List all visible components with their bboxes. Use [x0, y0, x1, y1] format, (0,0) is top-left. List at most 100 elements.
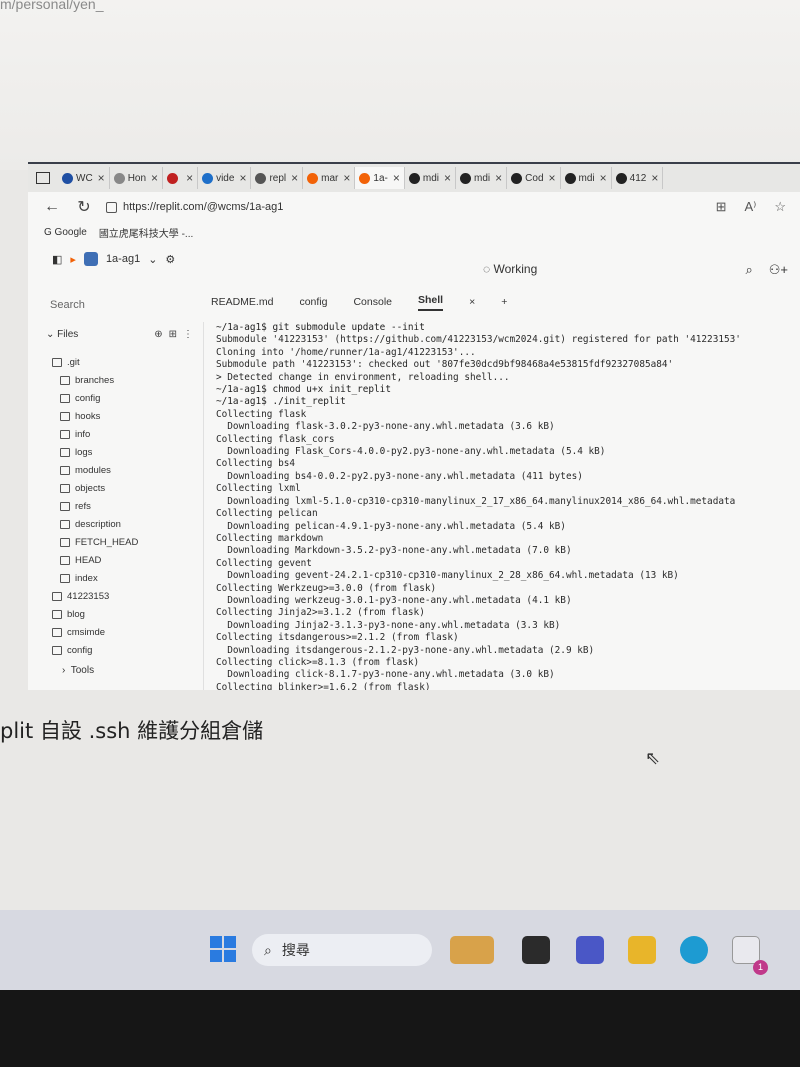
tab-favicon-icon — [408, 172, 420, 184]
terminal-line: Downloading click-8.1.7-py3-none-any.whl… — [216, 669, 555, 681]
browser-tab[interactable]: Hon × — [110, 167, 164, 189]
shell-terminal[interactable]: ~/1a-ag1$ git submodule update --init Sub… — [203, 322, 800, 690]
browser-tab[interactable]: 1a- × — [355, 167, 405, 189]
file-tree-item[interactable]: config — [52, 641, 203, 659]
address-bar: ← ↻ https://replit.com/@wcms/1a-ag1 ⊞ A⁾… — [28, 192, 800, 222]
file-tree-item[interactable]: description — [52, 515, 203, 533]
browser-tab[interactable]: repl × — [251, 167, 304, 189]
repl-name[interactable]: 1a-ag1 — [106, 253, 140, 265]
close-icon[interactable]: × — [291, 171, 298, 185]
edge-browser-icon[interactable] — [680, 936, 708, 964]
search-icon[interactable]: ⌕ — [745, 262, 752, 278]
terminal-line: Collecting Werkzeug>=3.0.0 (from flask) — [216, 582, 437, 594]
file-tree-item[interactable]: logs — [52, 443, 203, 461]
close-icon[interactable]: × — [239, 171, 246, 185]
terminal-line: Collecting bs4 — [216, 458, 296, 470]
tab-config[interactable]: config — [299, 296, 327, 308]
file-tree-item[interactable]: hooks — [52, 407, 203, 425]
tab-actions-icon[interactable] — [36, 172, 50, 184]
chevron-down-icon[interactable]: ⌄ — [148, 253, 157, 266]
terminal-line: Downloading werkzeug-3.0.1-py3-none-any.… — [216, 594, 572, 606]
file-tree-item[interactable]: FETCH_HEAD — [52, 533, 203, 551]
file-tree-item[interactable]: blog — [52, 605, 203, 623]
windows-start-icon[interactable] — [210, 936, 236, 962]
replit-logo-icon[interactable]: ▸ — [70, 253, 76, 266]
teams-icon[interactable] — [576, 936, 604, 964]
files-header[interactable]: ⌄ Files ⊕ ⊞ ⋮ — [28, 323, 203, 345]
file-tree-item[interactable]: .git — [52, 353, 203, 371]
sidebar-toggle-icon[interactable]: ◧ — [52, 253, 62, 266]
terminal-line: ~/1a-ag1$ chmod u+x init_replit — [216, 384, 391, 396]
new-file-icon[interactable]: ⊕ — [154, 329, 162, 340]
file-tree-label: HEAD — [75, 554, 102, 566]
favorite-star-icon[interactable]: ☆ — [774, 199, 786, 215]
browser-tab[interactable]: vide × — [198, 167, 252, 189]
back-icon[interactable]: ← — [42, 198, 62, 216]
close-icon[interactable]: × — [151, 171, 158, 185]
close-icon[interactable]: × — [343, 171, 350, 185]
invite-user-icon[interactable]: ⚇+ — [769, 262, 788, 278]
file-tree-item[interactable]: HEAD — [52, 551, 203, 569]
file-tree-label: branches — [75, 374, 115, 386]
file-tree-item[interactable]: cmsimde — [52, 623, 203, 641]
browser-window: WC × Hon × × vide × repl × mar × 1a- × mdi × mdi × Cod × md… — [28, 162, 800, 690]
read-aloud-icon[interactable]: A⁾ — [744, 199, 756, 215]
tools-section[interactable]: › Tools — [62, 665, 94, 676]
tab-shell[interactable]: Shell — [418, 294, 444, 311]
close-icon[interactable]: × — [444, 171, 451, 185]
file-tree-label: config — [67, 644, 93, 656]
folder-icon — [52, 645, 62, 655]
tab-favicon-icon — [255, 172, 267, 184]
file-tree-item[interactable]: branches — [52, 371, 203, 389]
file-tree-item[interactable]: index — [52, 569, 203, 587]
tools-label: Tools — [70, 665, 95, 676]
more-options-icon[interactable]: ⋮ — [183, 329, 193, 340]
close-icon[interactable]: × — [186, 171, 193, 185]
browser-tab[interactable]: 412 × — [612, 167, 664, 189]
file-tree-item[interactable]: 41223153 — [52, 587, 203, 605]
browser-tab[interactable]: mdi × — [405, 167, 457, 189]
tab-label: 1a- — [373, 172, 388, 184]
close-icon[interactable]: × — [549, 171, 556, 185]
browser-tab[interactable]: × — [163, 167, 199, 189]
file-tree-item[interactable]: modules — [52, 461, 203, 479]
lock-icon — [106, 201, 117, 213]
tab-favicon-icon — [113, 172, 125, 184]
tab-console[interactable]: Console — [353, 296, 392, 308]
file-tree-item[interactable]: info — [52, 425, 203, 443]
close-icon[interactable]: × — [651, 171, 658, 185]
tab-label: mdi — [578, 172, 595, 184]
widgets-icon[interactable] — [450, 936, 494, 964]
close-icon[interactable]: × — [600, 171, 607, 185]
browser-tab[interactable]: WC × — [58, 167, 110, 189]
app-available-icon[interactable]: ⊞ — [716, 199, 727, 215]
file-tree-item[interactable]: config — [52, 389, 203, 407]
browser-tab[interactable]: Cod × — [507, 167, 561, 189]
taskbar-search[interactable]: ⌕ 搜尋 — [252, 934, 432, 966]
url-field[interactable]: https://replit.com/@wcms/1a-ag1 — [123, 201, 283, 213]
new-tab-icon[interactable]: + — [501, 296, 507, 308]
new-folder-icon[interactable]: ⊞ — [169, 329, 177, 340]
task-view-icon[interactable] — [522, 936, 550, 964]
tab-favicon-icon — [511, 172, 523, 184]
bookmarks-bar: G Google 國立虎尾科技大學 -... — [28, 222, 800, 242]
close-tab-icon[interactable]: × — [469, 296, 475, 308]
sidebar-search[interactable]: Search — [28, 289, 203, 323]
tab-readme[interactable]: README.md — [211, 296, 273, 308]
file-tree-item[interactable]: refs — [52, 497, 203, 515]
close-icon[interactable]: × — [393, 171, 400, 185]
refresh-icon[interactable]: ↻ — [74, 197, 94, 217]
folder-icon — [60, 429, 70, 439]
browser-tab[interactable]: mdi × — [456, 167, 508, 189]
close-icon[interactable]: × — [98, 171, 105, 185]
browser-tab[interactable]: mdi × — [561, 167, 612, 189]
store-icon[interactable] — [732, 936, 760, 964]
close-icon[interactable]: × — [495, 171, 502, 185]
bookmark-google[interactable]: G Google — [44, 227, 87, 238]
file-tree-item[interactable]: objects — [52, 479, 203, 497]
browser-tab[interactable]: mar × — [303, 167, 356, 189]
terminal-line: Submodule path '41223153': checked out '… — [216, 359, 674, 371]
repl-settings-icon[interactable]: ⚙ — [165, 253, 175, 266]
file-explorer-icon[interactable] — [628, 936, 656, 964]
bookmark-nfu[interactable]: 國立虎尾科技大學 -... — [99, 225, 193, 240]
